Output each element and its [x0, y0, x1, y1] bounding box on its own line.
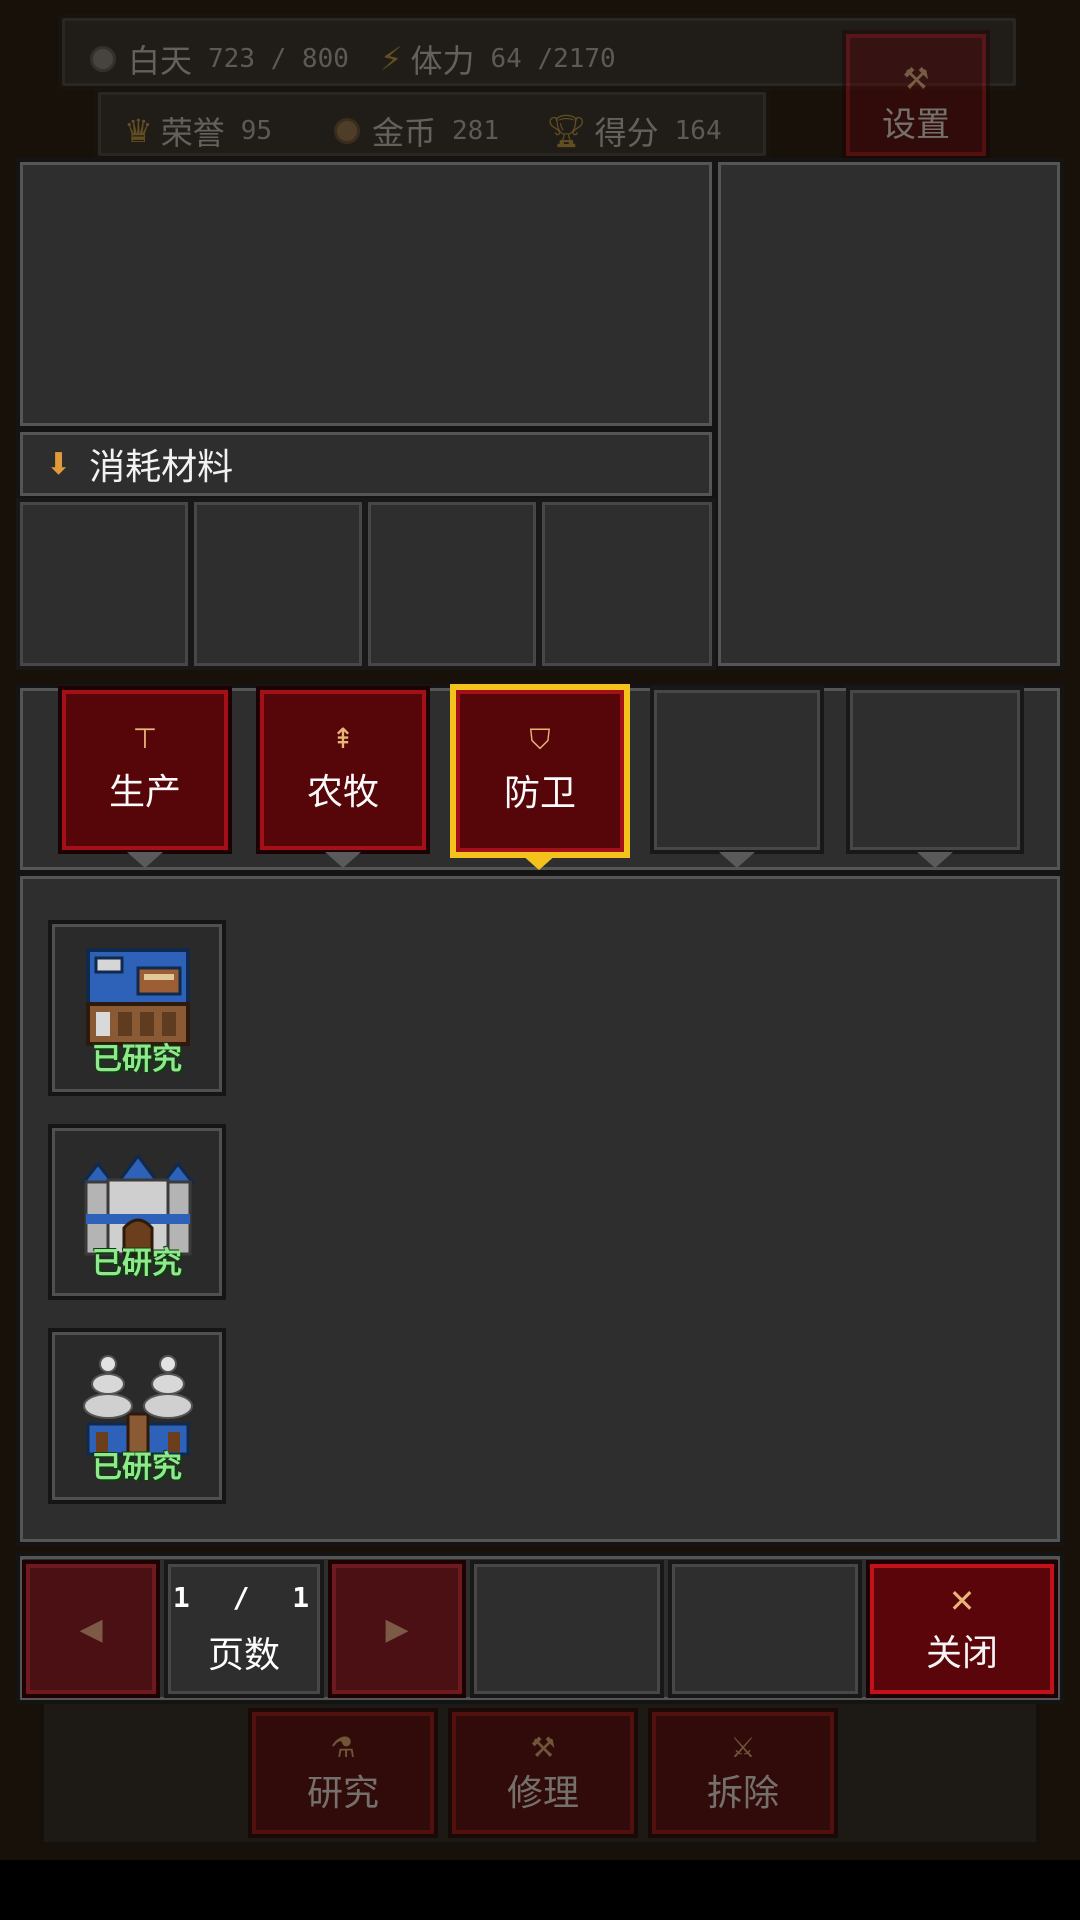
day-value: 723 / 800: [208, 44, 349, 74]
close-label: 关闭: [925, 1633, 998, 1674]
day-counter: 白天 723 / 800: [90, 36, 349, 82]
page-indicator: 1 / 1 页数: [164, 1560, 324, 1698]
repair-label: 修理: [506, 1772, 579, 1814]
wrench-icon: ⚒: [902, 62, 930, 97]
flask-icon: ⚗: [330, 1730, 356, 1764]
next-page-button[interactable]: ▶: [328, 1560, 466, 1698]
demolish-button[interactable]: ⚔ 拆除: [648, 1708, 838, 1838]
materials-title: 消耗材料: [89, 447, 234, 488]
shield-icon: ⛉: [529, 723, 551, 756]
tab-indicator: [127, 852, 163, 868]
material-slot[interactable]: [364, 498, 540, 670]
total-pages: 1: [292, 1580, 316, 1614]
research-label: 研究: [306, 1772, 379, 1814]
page-separator: /: [232, 1580, 256, 1614]
score-value: 164: [674, 116, 722, 146]
tab-empty[interactable]: [846, 686, 1024, 854]
score-counter: 🏆︎ 得分 164: [546, 108, 722, 154]
research-button[interactable]: ⚗ 研究: [248, 1708, 438, 1838]
tab-indicator: [325, 852, 361, 868]
crown-icon: ♛: [124, 112, 153, 150]
building-card[interactable]: 已研究: [48, 1328, 226, 1504]
tab-production[interactable]: ⊤ 生产: [58, 686, 232, 854]
preview-panel: [714, 158, 1064, 670]
gold-value: 281: [452, 116, 499, 146]
lightning-icon: ⚡: [380, 40, 403, 78]
arrow-right-icon: ▶: [385, 1611, 409, 1647]
score-label: 得分: [594, 114, 659, 152]
building-card[interactable]: 已研究: [48, 1124, 226, 1300]
honor-counter: ♛ 荣誉 95: [124, 108, 272, 154]
coin-icon: [334, 118, 360, 144]
material-slot[interactable]: [16, 498, 192, 670]
tab-defense-label: 防卫: [503, 773, 576, 814]
description-panel: [16, 158, 716, 430]
anvil-icon: ⊤: [132, 722, 158, 755]
sun-icon: [90, 46, 116, 72]
building-card[interactable]: 已研究: [48, 920, 226, 1096]
material-slot[interactable]: [538, 498, 716, 670]
tab-empty[interactable]: [650, 686, 824, 854]
researched-label: 已研究: [92, 1042, 182, 1077]
tab-farming-label: 农牧: [306, 772, 379, 813]
arrow-left-icon: ◀: [79, 1611, 103, 1647]
settings-label: 设置: [882, 105, 950, 145]
hammer-icon: ⚒: [530, 1730, 556, 1764]
close-button[interactable]: ✕ 关闭: [866, 1560, 1058, 1698]
empty-action-slot: [668, 1560, 862, 1698]
tab-indicator: [719, 852, 755, 868]
repair-button[interactable]: ⚒ 修理: [448, 1708, 638, 1838]
tab-farming[interactable]: ⇞ 农牧: [256, 686, 430, 854]
current-page: 1: [172, 1580, 196, 1614]
tab-defense[interactable]: ⛉ 防卫: [452, 686, 628, 856]
stamina-value: 64 /2170: [490, 44, 616, 74]
material-slot[interactable]: [190, 498, 366, 670]
empty-action-slot: [470, 1560, 664, 1698]
gold-counter: 金币 281: [334, 108, 499, 154]
stamina-label: 体力: [410, 42, 475, 80]
settings-button[interactable]: ⚒ 设置: [842, 30, 990, 160]
tab-indicator: [917, 852, 953, 868]
close-icon: ✕: [948, 1582, 976, 1620]
researched-label: 已研究: [92, 1246, 182, 1281]
page-label: 页数: [207, 1634, 280, 1676]
day-label: 白天: [128, 42, 193, 80]
demolish-label: 拆除: [706, 1772, 779, 1814]
axe-icon: ⚔: [730, 1730, 756, 1764]
tab-production-label: 生产: [108, 772, 181, 813]
page-count: 1 / 1: [173, 1581, 315, 1614]
honor-label: 荣誉: [160, 114, 225, 152]
trophy-icon: 🏆︎: [546, 112, 587, 150]
arrow-down-icon: ⬇: [46, 446, 72, 482]
stamina-counter: ⚡ 体力 64 /2170: [380, 36, 616, 82]
researched-label: 已研究: [92, 1450, 182, 1485]
top-hud-row-2: ♛ 荣誉 95 金币 281 🏆︎ 得分 164: [94, 88, 770, 160]
tree-icon: ⇞: [331, 722, 355, 755]
tab-selected-indicator: [521, 854, 557, 870]
gold-label: 金币: [372, 114, 437, 152]
prev-page-button[interactable]: ◀: [22, 1560, 160, 1698]
honor-value: 95: [240, 116, 273, 146]
bottom-action-bar: ⚗ 研究 ⚒ 修理 ⚔ 拆除: [40, 1700, 1040, 1846]
materials-header: ⬇ 消耗材料: [16, 428, 716, 500]
